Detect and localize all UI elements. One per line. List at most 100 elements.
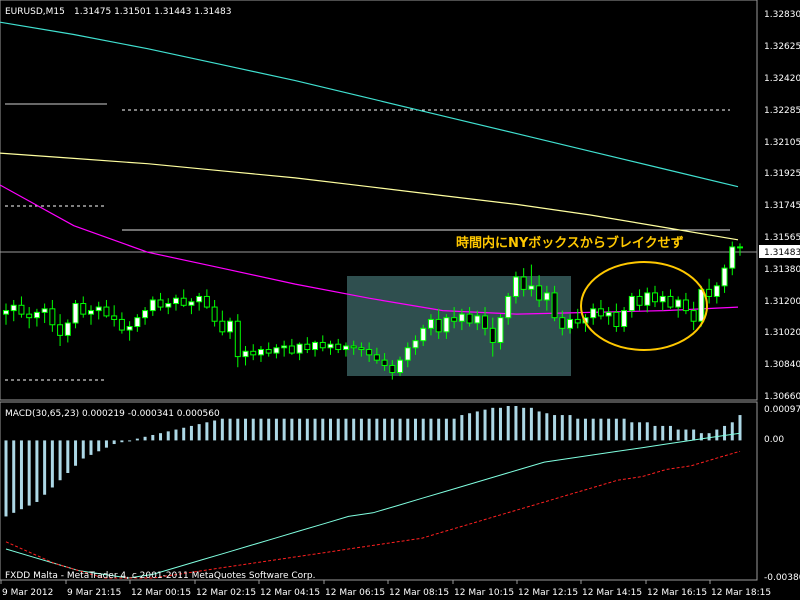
macd-bar <box>730 422 734 441</box>
candle-body <box>265 349 272 354</box>
macd-bar <box>112 440 116 445</box>
macd-bar <box>4 440 8 517</box>
macd-bar <box>452 418 456 441</box>
macd-bar <box>668 425 672 441</box>
candle-body <box>652 292 659 303</box>
candle-body <box>443 317 450 333</box>
candle-body <box>95 306 102 312</box>
candle-body <box>33 311 40 319</box>
macd-bar <box>197 424 201 441</box>
macd-bar <box>282 418 286 441</box>
macd-bar <box>66 440 70 473</box>
candle-body <box>149 299 156 312</box>
macd-bar <box>213 420 217 441</box>
candle-body <box>713 285 720 297</box>
macd-axis-label: 0.00 <box>764 435 784 445</box>
candle-body <box>528 285 535 290</box>
price-label: 1.31925 <box>764 169 800 179</box>
moving-average-line <box>0 152 739 241</box>
macd-bar <box>375 418 379 441</box>
macd-bar <box>143 436 147 441</box>
candle-body <box>57 324 64 336</box>
candle-body <box>420 327 427 342</box>
macd-histogram <box>4 406 742 517</box>
candle-body <box>64 322 71 336</box>
macd-bar <box>321 418 325 441</box>
macd-axis-label: -0.00380 <box>764 573 800 583</box>
candle-body <box>103 306 110 317</box>
macd-bar <box>661 425 665 441</box>
macd-bar <box>583 418 587 441</box>
macd-bar <box>336 418 340 441</box>
candle-body <box>134 317 141 328</box>
candle-body <box>497 317 504 343</box>
macd-bar <box>267 418 271 441</box>
candle-body <box>242 350 249 358</box>
macd-bar <box>359 418 363 441</box>
candle-body <box>26 313 33 319</box>
candle-body <box>482 315 489 329</box>
macd-bar <box>483 409 487 441</box>
candle-body <box>404 347 411 361</box>
candle-body <box>435 318 442 333</box>
macd-bar <box>707 433 711 441</box>
candle-body <box>551 292 558 319</box>
trading-chart[interactable]: 時間内にNYボックスからブレイクせず EURUSD,M15 1.31475 1.… <box>0 0 800 600</box>
macd-bar <box>329 418 333 441</box>
time-label: 12 Mar 18:15 <box>711 588 771 598</box>
macd-bar <box>220 418 224 441</box>
macd-bar <box>81 440 85 459</box>
macd-bar <box>236 418 240 441</box>
candle-body <box>257 349 264 356</box>
macd-bar <box>522 407 526 441</box>
candle-body <box>203 295 210 308</box>
macd-bar <box>413 418 417 441</box>
macd-bar <box>174 429 178 441</box>
candle-body <box>87 310 94 315</box>
candle-body <box>605 311 612 317</box>
ohlc-label: 1.31475 1.31501 1.31443 1.31483 <box>74 7 231 17</box>
time-label: 12 Mar 04:15 <box>260 588 320 598</box>
candle-body <box>474 315 481 324</box>
candle-body <box>126 326 133 331</box>
macd-bar <box>614 418 618 441</box>
macd-bar <box>383 418 387 441</box>
macd-axis-label: 0.000978 <box>764 405 800 415</box>
macd-bar <box>367 418 371 441</box>
macd-bar <box>398 418 402 441</box>
macd-signal-line <box>5 432 741 579</box>
time-label: 9 Mar 2012 <box>2 588 53 598</box>
price-label: 1.30840 <box>764 360 800 370</box>
candle-body <box>342 345 349 351</box>
macd-bar <box>475 411 479 441</box>
candle-body <box>536 285 543 301</box>
candle-body <box>698 288 705 322</box>
time-label: 12 Mar 10:15 <box>454 588 514 598</box>
candle-body <box>196 295 203 303</box>
macd-bar <box>50 440 54 488</box>
candle-body <box>358 347 365 351</box>
candle-body <box>180 297 187 306</box>
price-label: 1.31565 <box>764 233 800 243</box>
macd-bar <box>468 413 472 441</box>
price-label: 1.32420 <box>764 74 800 84</box>
price-label: 1.32625 <box>764 42 800 52</box>
candle-body <box>41 308 48 313</box>
candle-body <box>574 318 581 324</box>
candle-body <box>18 304 25 315</box>
macd-bar <box>97 440 101 452</box>
macd-bar <box>506 406 510 441</box>
macd-bar <box>553 415 557 441</box>
symbol-label: EURUSD,M15 <box>5 7 65 17</box>
candle-body <box>682 299 689 312</box>
candle-body <box>690 310 697 322</box>
macd-bar <box>715 429 719 441</box>
candle-body <box>590 308 597 319</box>
candle-body <box>543 292 550 301</box>
macd-signal-lines <box>5 432 741 579</box>
price-label: 1.31020 <box>764 328 800 338</box>
candle-body <box>142 310 149 319</box>
macd-bar <box>437 418 441 441</box>
macd-bar <box>630 422 634 441</box>
macd-signal-line <box>5 450 741 579</box>
